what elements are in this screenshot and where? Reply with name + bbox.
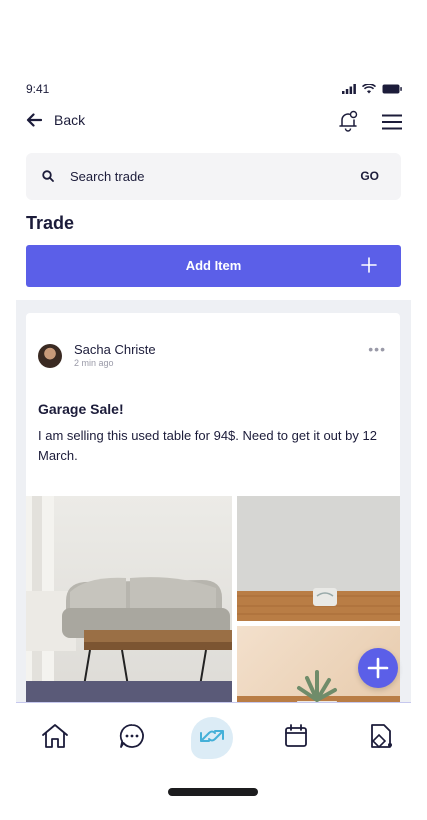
go-button[interactable]: GO [360,169,379,183]
post-author[interactable]: Sacha Christe [74,342,156,357]
nav-home[interactable] [40,721,70,751]
table-top-photo-illustration [237,496,400,621]
page-title: Trade [26,213,75,233]
signal-icon [342,84,356,94]
trade-feed: Sacha Christe 2 min ago ••• Garage Sale!… [16,300,411,702]
home-icon [42,724,68,748]
plus-icon [367,657,389,679]
wifi-icon [362,84,376,94]
add-item-button[interactable]: Add Item [26,245,401,287]
nav-calendar[interactable] [281,721,311,751]
menu-icon[interactable] [382,114,402,130]
post-card[interactable]: Sacha Christe 2 min ago ••• Garage Sale!… [26,313,400,702]
calendar-icon [285,724,307,747]
home-indicator[interactable] [168,788,258,796]
search-input[interactable] [70,153,340,200]
avatar[interactable] [38,344,62,368]
status-time: 9:41 [26,82,50,96]
nav-messages[interactable] [117,721,147,751]
nav-documents[interactable] [366,721,396,751]
document-icon [371,724,392,749]
trade-icon [200,730,224,742]
nav-trade[interactable] [197,721,227,751]
notification-bell-icon[interactable] [338,110,358,132]
status-icons [342,84,402,94]
post-timestamp: 2 min ago [74,358,114,368]
post-body: I am selling this used table for 94$. Ne… [38,428,377,463]
post-photo-table-top[interactable] [237,496,400,621]
top-bar: Back [26,110,402,134]
chat-icon [119,724,144,748]
floating-add-button[interactable] [358,648,398,688]
living-room-photo-illustration [26,496,232,702]
phone-screen: 9:41 Back Search trade GO Trade Add Item… [0,0,427,820]
status-bar: 9:41 [26,82,402,98]
bottom-navigation [16,702,411,766]
more-options-icon[interactable]: ••• [368,341,386,357]
back-button[interactable]: Back [26,112,85,128]
arrow-left-icon [26,113,42,127]
search-bar: GO [26,153,401,200]
search-icon [42,170,54,182]
post-photo-living-room[interactable] [26,496,232,702]
add-item-label: Add Item [185,258,242,273]
back-label: Back [54,112,86,128]
post-title: Garage Sale! [38,401,124,417]
battery-icon [382,84,402,94]
plus-icon [361,257,377,273]
